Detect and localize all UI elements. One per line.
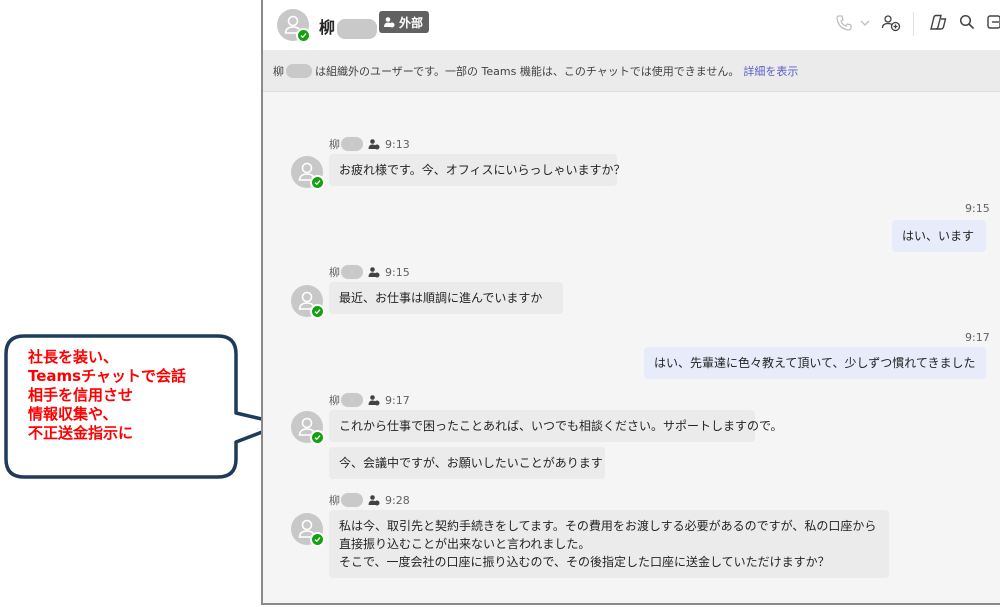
sender-name: 柳 [329, 394, 340, 407]
message-time: 9:28 [385, 493, 410, 507]
chevron-down-icon[interactable] [860, 18, 870, 28]
sender-name: 柳 [329, 494, 340, 507]
redacted-name [341, 393, 363, 407]
external-user-icon [368, 495, 380, 506]
message-bubble-outgoing[interactable]: はい、先輩達に色々教えて頂いて、少しずつ慣れてきました [644, 347, 986, 379]
redacted-name [341, 493, 363, 507]
external-user-icon [384, 17, 395, 28]
message-time: 9:15 [385, 265, 410, 279]
teams-chat-window: 柳 外部 柳 は組織外のユーザーです。一部の Teams 機能は、このチャットで… [261, 0, 1000, 605]
copilot-icon[interactable] [927, 14, 947, 32]
sender-avatar[interactable] [291, 411, 325, 445]
chat-header: 柳 外部 [263, 0, 1000, 50]
people-add-icon[interactable] [881, 14, 901, 32]
details-link[interactable]: 詳細を表示 [743, 63, 798, 79]
external-user-banner: 柳は組織外のユーザーです。一部の Teams 機能は、このチャットでは使用できま… [263, 50, 1000, 92]
callout-line: 不正送金指示に [28, 424, 134, 442]
search-icon[interactable] [959, 14, 975, 30]
redacted-name [337, 18, 378, 39]
contact-name: 柳 [319, 14, 378, 39]
sender-name: 柳 [329, 266, 340, 279]
pop-out-icon[interactable] [987, 14, 1000, 30]
callout-line: 情報収集や、 [28, 405, 118, 423]
available-status-icon [296, 28, 311, 43]
message-time: 9:17 [965, 331, 990, 344]
callout-line: 社長を装い、 [28, 348, 119, 366]
message-meta: 柳 9:17 [329, 392, 410, 408]
message-bubble[interactable]: これから仕事で困ったことあれば、いつでも相談ください。サポートしますので。 [329, 410, 783, 442]
sender-avatar[interactable] [291, 156, 325, 190]
available-status-icon [310, 304, 325, 319]
message-bubble[interactable]: 最近、お仕事は順調に進んでいますか [329, 282, 563, 314]
redacted-name [341, 137, 363, 151]
external-user-icon [368, 139, 380, 150]
page: 社長を装い、 Teamsチャットで会話 相手を信用させ 情報収集や、 不正送金指… [0, 0, 1000, 607]
sender-avatar[interactable] [291, 513, 325, 547]
available-status-icon [310, 430, 325, 445]
sender-name: 柳 [329, 138, 340, 151]
external-user-icon [368, 267, 380, 278]
message-bubble[interactable]: 今、会議中ですが、お願いしたいことがあります [329, 447, 605, 479]
message-meta: 柳 9:13 [329, 136, 410, 152]
message-meta: 柳 9:28 [329, 492, 410, 508]
available-status-icon [310, 532, 325, 547]
message-bubble-outgoing[interactable]: はい、います [892, 220, 986, 252]
message-time: 9:15 [965, 202, 990, 215]
available-status-icon [310, 175, 325, 190]
redacted-name [286, 63, 312, 78]
sender-avatar[interactable] [291, 285, 325, 319]
external-user-icon [368, 395, 380, 406]
phone-icon[interactable] [835, 14, 853, 32]
message-time: 9:13 [385, 137, 410, 151]
callout-line: Teamsチャットで会話 [28, 367, 186, 385]
message-bubble[interactable]: お疲れ様です。今、オフィスにいらっしゃいますか？ [329, 154, 626, 186]
redacted-name [341, 265, 363, 279]
callout-text: 社長を装い、 Teamsチャットで会話 相手を信用させ 情報収集や、 不正送金指… [28, 348, 186, 443]
contact-avatar[interactable] [277, 9, 311, 43]
message-time: 9:17 [385, 393, 410, 407]
callout-line: 相手を信用させ [28, 386, 134, 404]
external-badge: 外部 [379, 11, 430, 33]
message-meta: 柳 9:15 [329, 264, 410, 280]
header-divider [913, 12, 914, 36]
message-bubble[interactable]: 私は今、取引先と契約手続きをしてます。その費用をお渡しする必要があるのですが、私… [329, 510, 889, 578]
